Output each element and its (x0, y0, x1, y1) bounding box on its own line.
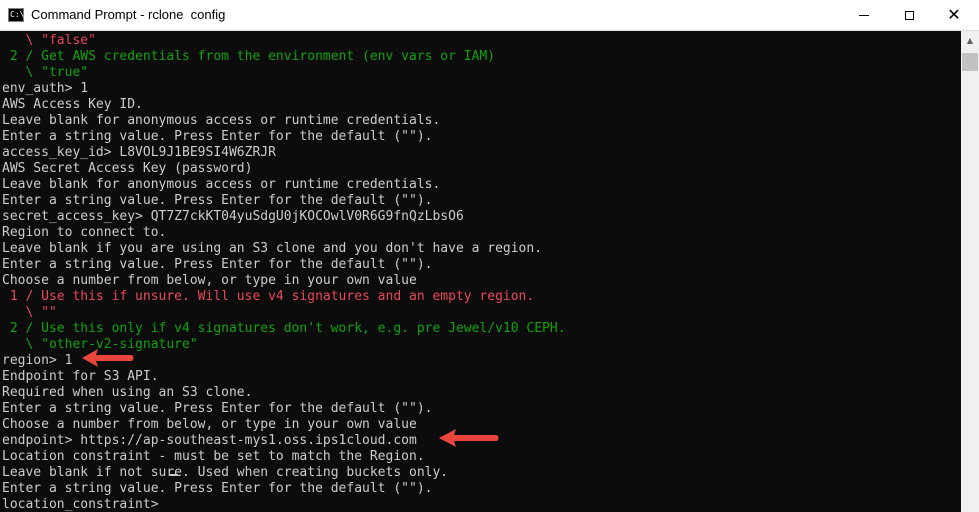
console-line: Leave blank if not sure. Used when creat… (2, 465, 449, 480)
console-line: Leave blank for anonymous access or runt… (2, 113, 441, 128)
cmd-icon: C:\ (8, 8, 24, 22)
scroll-thumb[interactable] (962, 53, 978, 71)
console-line: Choose a number from below, or type in y… (2, 417, 417, 432)
close-button[interactable]: ✕ (931, 0, 977, 30)
window-title: Command Prompt - rclone config (31, 7, 226, 22)
text-cursor (170, 474, 178, 476)
console-line: Enter a string value. Press Enter for th… (2, 193, 433, 208)
console-line: location_constraint> (2, 497, 167, 512)
console-line: \ "true" (2, 65, 89, 80)
arrow-endpoint-shape (439, 429, 499, 447)
console-line: env_auth> 1 (2, 81, 89, 96)
console-line: AWS Secret Access Key (password) (2, 161, 253, 176)
scroll-up-arrow-icon[interactable]: ▲ (961, 31, 979, 49)
console-line: 2 / Use this only if v4 signatures don't… (2, 321, 566, 336)
console-line: AWS Access Key ID. (2, 97, 143, 112)
console-line: access_key_id> L8VOL9J1BE9SI4W6ZRJR (2, 145, 276, 160)
console-line: 1 / Use this if unsure. Will use v4 sign… (2, 289, 535, 304)
console-line: Choose a number from below, or type in y… (2, 273, 417, 288)
command-prompt-window: C:\ Command Prompt - rclone config ✕ \ "… (0, 0, 979, 512)
console-line: Required when using an S3 clone. (2, 385, 253, 400)
maximize-button[interactable] (886, 0, 932, 30)
console-line: Leave blank for anonymous access or runt… (2, 177, 441, 192)
console-line: 2 / Get AWS credentials from the environ… (2, 49, 496, 64)
minimize-icon (859, 14, 869, 16)
console-line: Leave blank if you are using an S3 clone… (2, 241, 543, 256)
arrow-region-shape (82, 349, 134, 367)
console-line: Enter a string value. Press Enter for th… (2, 257, 433, 272)
console-line: endpoint> https://ap-southeast-mys1.oss.… (2, 433, 417, 448)
console-line: secret_access_key> QT7Z7ckKT04yuSdgU0jKO… (2, 209, 464, 224)
console-line: Endpoint for S3 API. (2, 369, 159, 384)
maximize-icon (904, 10, 914, 20)
console-line: Region to connect to. (2, 225, 167, 240)
vertical-scrollbar[interactable]: ▲ (961, 31, 979, 512)
console-line: Location constraint - must be set to mat… (2, 449, 425, 464)
console-line: Enter a string value. Press Enter for th… (2, 129, 433, 144)
close-icon: ✕ (947, 5, 961, 24)
console-line: region> 1 (2, 353, 73, 368)
title-bar[interactable]: C:\ Command Prompt - rclone config ✕ (0, 0, 979, 31)
arrow-endpoint (439, 429, 499, 447)
console-line: Enter a string value. Press Enter for th… (2, 401, 433, 416)
console-line: Enter a string value. Press Enter for th… (2, 481, 433, 496)
console-line: \ "" (2, 305, 57, 320)
console-line: \ "false" (2, 33, 96, 48)
minimize-button[interactable] (841, 0, 887, 30)
arrow-region (82, 349, 134, 367)
